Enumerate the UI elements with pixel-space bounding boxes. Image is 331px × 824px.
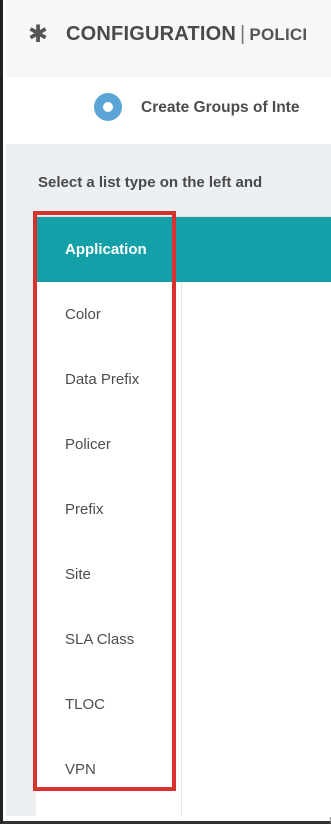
app-window: ✱ CONFIGURATION | POLICI Create Groups of … [0, 0, 331, 824]
list-type-color[interactable]: Color [36, 282, 181, 347]
list-type-prefix[interactable]: Prefix [36, 477, 181, 542]
list-type-site[interactable]: Site [36, 542, 181, 607]
list-type-application[interactable]: Application [36, 217, 181, 282]
step-label: Create Groups of Inte [141, 99, 300, 116]
list-type-sla-class[interactable]: SLA Class [36, 607, 181, 672]
list-type-panel: Select a list type on the left and Appli… [6, 144, 331, 817]
breadcrumb-separator: | [240, 23, 246, 45]
divider [181, 282, 182, 817]
list-type-vpn[interactable]: VPN [36, 737, 181, 802]
page-header: ✱ CONFIGURATION | POLICI [6, 0, 331, 78]
selected-list-header [181, 217, 331, 282]
instruction-text: Select a list type on the left and [38, 174, 263, 191]
list-type-policer[interactable]: Policer [36, 412, 181, 477]
breadcrumb[interactable]: POLICI [249, 25, 307, 44]
list-type-menu: Application Color Data Prefix Policer Pr… [36, 217, 181, 802]
wizard-step: Create Groups of Inte [6, 77, 331, 144]
list-type-tloc[interactable]: TLOC [36, 672, 181, 737]
gear-icon: ✱ [28, 21, 49, 48]
step-circle-icon [94, 93, 122, 121]
page-title: CONFIGURATION | POLICI [66, 23, 307, 46]
page-title-text: CONFIGURATION [66, 23, 236, 45]
list-type-data-prefix[interactable]: Data Prefix [36, 347, 181, 412]
list-area: Application Color Data Prefix Policer Pr… [36, 216, 331, 817]
